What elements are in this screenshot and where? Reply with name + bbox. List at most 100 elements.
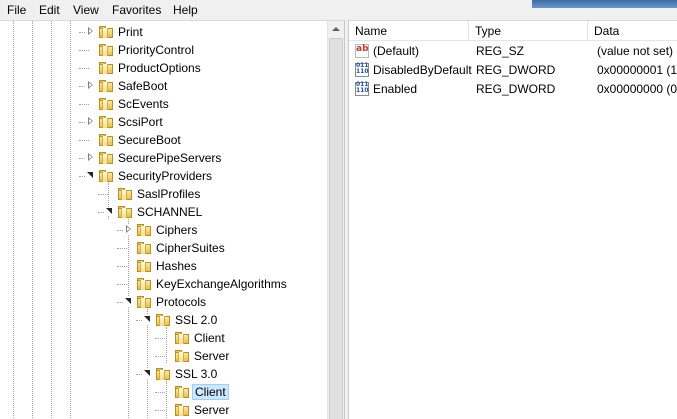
folder-icon bbox=[136, 223, 152, 237]
value-row[interactable]: ab (Default) REG_SZ (value not set) bbox=[349, 42, 677, 61]
value-row[interactable]: 011 110 Enabled REG_DWORD 0x00000000 (0) bbox=[349, 80, 677, 99]
tree-node-label: Hashes bbox=[156, 259, 197, 273]
tree-node[interactable]: ScEvents bbox=[0, 95, 327, 113]
collapse-arrow-icon[interactable] bbox=[105, 207, 114, 216]
collapse-arrow-icon[interactable] bbox=[143, 315, 152, 324]
tree-node[interactable]: Client bbox=[0, 383, 327, 401]
tree-connector-line bbox=[98, 194, 108, 195]
tree-node[interactable]: Ciphers bbox=[0, 221, 327, 239]
folder-icon bbox=[117, 205, 133, 219]
scroll-thumb[interactable] bbox=[329, 38, 343, 419]
tree-connector-line bbox=[155, 392, 165, 393]
tree-node-label: ScsiPort bbox=[118, 115, 163, 129]
tree-node-label: Client bbox=[194, 331, 225, 345]
tree-node-label: SafeBoot bbox=[118, 79, 168, 93]
menu-view[interactable]: View bbox=[73, 3, 99, 17]
folder-icon bbox=[174, 403, 190, 417]
collapse-arrow-icon[interactable] bbox=[86, 171, 95, 180]
tree-node[interactable]: SecureBoot bbox=[0, 131, 327, 149]
tree-node-label: CipherSuites bbox=[156, 241, 225, 255]
tree-connector-line bbox=[79, 104, 89, 105]
tree-node[interactable]: SecurePipeServers bbox=[0, 149, 327, 167]
expand-arrow-icon[interactable] bbox=[86, 153, 95, 162]
folder-icon bbox=[136, 241, 152, 255]
tree-node[interactable]: KeyExchangeAlgorithms bbox=[0, 275, 327, 293]
collapse-arrow-icon[interactable] bbox=[124, 297, 133, 306]
tree-connector-line bbox=[155, 410, 165, 411]
tree-node-label: SCHANNEL bbox=[137, 205, 203, 219]
tree-node-label: ScEvents bbox=[118, 97, 169, 111]
folder-icon bbox=[174, 385, 190, 399]
folder-icon bbox=[136, 277, 152, 291]
column-header-name[interactable]: Name bbox=[349, 21, 469, 41]
tree-node-label: Ciphers bbox=[156, 223, 198, 237]
folder-icon bbox=[98, 115, 114, 129]
tree-node[interactable]: SSL 3.0 bbox=[0, 365, 327, 383]
tree-node[interactable]: ScsiPort bbox=[0, 113, 327, 131]
menu-bar: File Edit View Favorites Help bbox=[0, 0, 677, 20]
folder-icon bbox=[98, 97, 114, 111]
collapse-arrow-icon[interactable] bbox=[143, 369, 152, 378]
tree-node-label: SSL 3.0 bbox=[175, 367, 218, 381]
menu-help[interactable]: Help bbox=[173, 3, 198, 17]
tree-node-label: ProductOptions bbox=[118, 61, 201, 75]
menu-file[interactable]: File bbox=[7, 3, 26, 17]
value-type: REG_DWORD bbox=[476, 63, 556, 77]
tree-node[interactable]: SaslProfiles bbox=[0, 185, 327, 203]
tree-node[interactable]: Server bbox=[0, 347, 327, 365]
tree-connector-line bbox=[117, 266, 127, 267]
tree-node-label: PriorityControl bbox=[118, 43, 195, 57]
tree-connector-line bbox=[155, 338, 165, 339]
expand-arrow-icon[interactable] bbox=[86, 81, 95, 90]
expand-arrow-icon[interactable] bbox=[86, 27, 95, 36]
value-data: (value not set) bbox=[597, 44, 674, 58]
folder-icon bbox=[98, 43, 114, 57]
tree-node-label: SecurePipeServers bbox=[118, 151, 222, 165]
tree-node[interactable]: SafeBoot bbox=[0, 77, 327, 95]
folder-icon bbox=[155, 367, 171, 381]
tree-node[interactable]: SecurityProviders bbox=[0, 167, 327, 185]
tree-node-label: KeyExchangeAlgorithms bbox=[156, 277, 287, 291]
folder-icon bbox=[174, 349, 190, 363]
tree-node[interactable]: ProductOptions bbox=[0, 59, 327, 77]
tree-node[interactable]: Server bbox=[0, 401, 327, 419]
menu-edit[interactable]: Edit bbox=[39, 3, 60, 17]
tree-node[interactable]: CipherSuites bbox=[0, 239, 327, 257]
menu-favorites[interactable]: Favorites bbox=[112, 3, 161, 17]
folder-icon bbox=[98, 61, 114, 75]
tree-node[interactable]: PriorityControl bbox=[0, 41, 327, 59]
value-data: 0x00000000 (0) bbox=[597, 82, 677, 96]
folder-icon bbox=[136, 259, 152, 273]
tree-connector-line bbox=[155, 356, 165, 357]
tree-connector-line bbox=[117, 248, 127, 249]
tree-node-label: Protocols bbox=[156, 295, 207, 309]
tree-node[interactable]: Client bbox=[0, 329, 327, 347]
title-bar-strip bbox=[532, 0, 677, 8]
tree-node[interactable]: Hashes bbox=[0, 257, 327, 275]
tree-node-label: SaslProfiles bbox=[137, 187, 201, 201]
folder-icon bbox=[117, 187, 133, 201]
tree-node-label: Server bbox=[194, 349, 230, 363]
tree-node[interactable]: SCHANNEL bbox=[0, 203, 327, 221]
value-row[interactable]: 011 110 DisabledByDefault REG_DWORD 0x000… bbox=[349, 61, 677, 80]
value-name: (Default) bbox=[373, 44, 420, 58]
column-header-type[interactable]: Type bbox=[469, 21, 588, 41]
tree-node[interactable]: Print bbox=[0, 23, 327, 41]
tree-vertical-scrollbar[interactable] bbox=[327, 21, 344, 419]
tree-node[interactable]: Protocols bbox=[0, 293, 327, 311]
tree-node-label: Print bbox=[118, 25, 143, 39]
expand-arrow-icon[interactable] bbox=[86, 117, 95, 126]
expand-arrow-icon[interactable] bbox=[124, 225, 133, 234]
column-header-data[interactable]: Data bbox=[588, 21, 677, 41]
tree-node[interactable]: SSL 2.0 bbox=[0, 311, 327, 329]
tree-node-label: Server bbox=[194, 403, 230, 417]
binary-value-icon: 011 110 bbox=[355, 81, 369, 96]
registry-values-list[interactable]: Name Type Data ab (Default) REG_SZ (valu… bbox=[349, 20, 677, 419]
value-data: 0x00000001 (1) bbox=[597, 63, 677, 77]
tree-connector-line bbox=[79, 140, 89, 141]
folder-icon bbox=[136, 295, 152, 309]
registry-key-tree[interactable]: Print PriorityControl ProductOptions SafeBo… bbox=[0, 20, 344, 419]
tree-connector-line bbox=[79, 50, 89, 51]
binary-value-icon: 011 110 bbox=[355, 62, 369, 77]
scroll-up-arrow-icon[interactable] bbox=[328, 21, 344, 37]
